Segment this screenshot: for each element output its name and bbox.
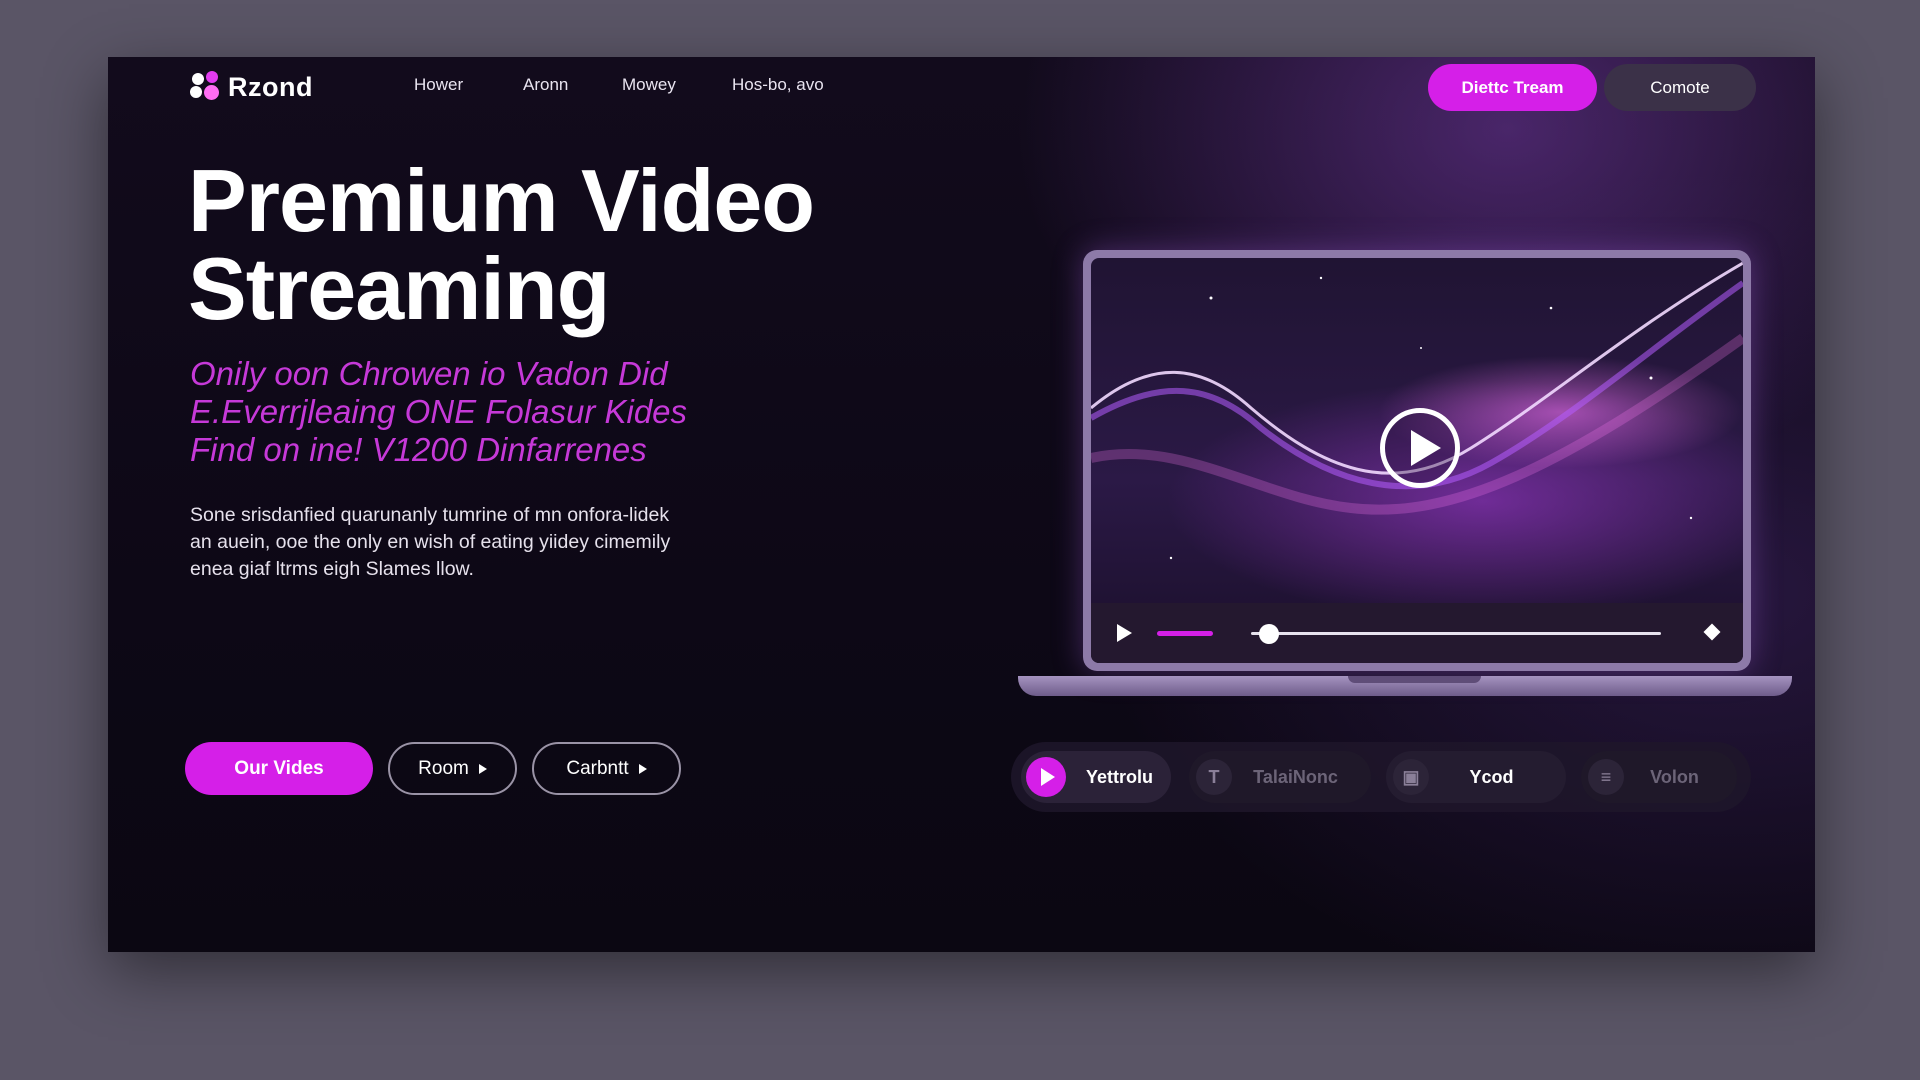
- stats-icon: ≡: [1588, 759, 1624, 795]
- nav-item-hos-bo[interactable]: Hos-bo, avo: [732, 75, 824, 95]
- hero-subtitle: Onily oon Chrowen io Vadon Did E.Everrjl…: [190, 355, 810, 469]
- cta-row: Our Vides Room Carbntt: [185, 742, 681, 795]
- room-button-label: Room: [418, 757, 469, 779]
- category-volon[interactable]: ≡ Volon: [1581, 751, 1737, 803]
- play-arrow-icon: [478, 763, 487, 774]
- laptop-screen: [1083, 250, 1751, 671]
- hero-subtitle-line2: E.Everrjleaing ONE Folasur Kides: [190, 393, 688, 430]
- nav-item-mowey[interactable]: Mowey: [622, 75, 732, 95]
- play-button[interactable]: [1380, 408, 1460, 488]
- buffer-bar: [1157, 631, 1213, 636]
- our-videos-button[interactable]: Our Vides: [185, 742, 373, 795]
- brand-name: Rzond: [228, 71, 313, 102]
- settings-icon[interactable]: [1703, 623, 1721, 641]
- category-label: Yettrolu: [1085, 766, 1153, 787]
- page-frame: Rzond Hower Aronn Mowey Hos-bo, avo Diet…: [108, 57, 1815, 952]
- logo-icon: [190, 71, 222, 103]
- hero-description: Sone srisdanfied quarunanly tumrine of m…: [190, 502, 750, 583]
- play-icon: [1411, 430, 1441, 466]
- brand-logo[interactable]: Rzond: [190, 71, 313, 103]
- nav-item-hower[interactable]: Hower: [414, 75, 523, 95]
- category-label: Volon: [1650, 766, 1699, 787]
- start-stream-button[interactable]: Diettc Tream: [1428, 64, 1597, 111]
- hero-title: Premium Video Streaming: [188, 157, 815, 333]
- play-icon[interactable]: [1117, 624, 1132, 642]
- main-nav: Hower Aronn Mowey Hos-bo, avo: [414, 75, 824, 95]
- nav-item-aronn[interactable]: Aronn: [523, 75, 622, 95]
- hero-description-line1: Sone srisdanfied quarunanly tumrine of m…: [190, 504, 670, 526]
- hero-subtitle-line1: Onily oon Chrowen io Vadon Did: [190, 355, 668, 392]
- hero-description-line3: enea giaf ltrms eigh Slames llow.: [190, 558, 474, 580]
- room-button[interactable]: Room: [388, 742, 517, 795]
- hero-subtitle-line3: Find on ine! V1200 Dinfarrenes: [190, 431, 647, 468]
- category-yettrolu[interactable]: Yettrolu: [1021, 751, 1171, 803]
- seek-bar[interactable]: [1251, 632, 1661, 635]
- carbntt-button[interactable]: Carbntt: [532, 742, 681, 795]
- category-talainonc[interactable]: T TalaiNonc: [1189, 751, 1371, 803]
- t-icon: T: [1196, 759, 1232, 795]
- category-bar: Yettrolu T TalaiNonc ▣ Ycod ≡ Volon: [1011, 742, 1751, 812]
- carbntt-button-label: Carbntt: [566, 757, 629, 779]
- video-player[interactable]: [1091, 258, 1743, 663]
- category-label: TalaiNonc: [1253, 766, 1338, 787]
- media-icon: ▣: [1393, 759, 1429, 795]
- seek-handle[interactable]: [1259, 624, 1279, 644]
- laptop-notch: [1348, 676, 1481, 683]
- play-arrow-icon: [638, 763, 647, 774]
- player-controls: [1091, 603, 1743, 663]
- category-label: Ycod: [1469, 766, 1514, 787]
- hero-title-line2: Streaming: [188, 239, 610, 338]
- category-ycod[interactable]: ▣ Ycod: [1386, 751, 1566, 803]
- hero-title-line1: Premium Video: [188, 151, 815, 250]
- play-icon: [1026, 757, 1066, 797]
- contact-button[interactable]: Comote: [1604, 64, 1756, 111]
- hero-description-line2: an auein, ooe the only en wish of eating…: [190, 531, 671, 553]
